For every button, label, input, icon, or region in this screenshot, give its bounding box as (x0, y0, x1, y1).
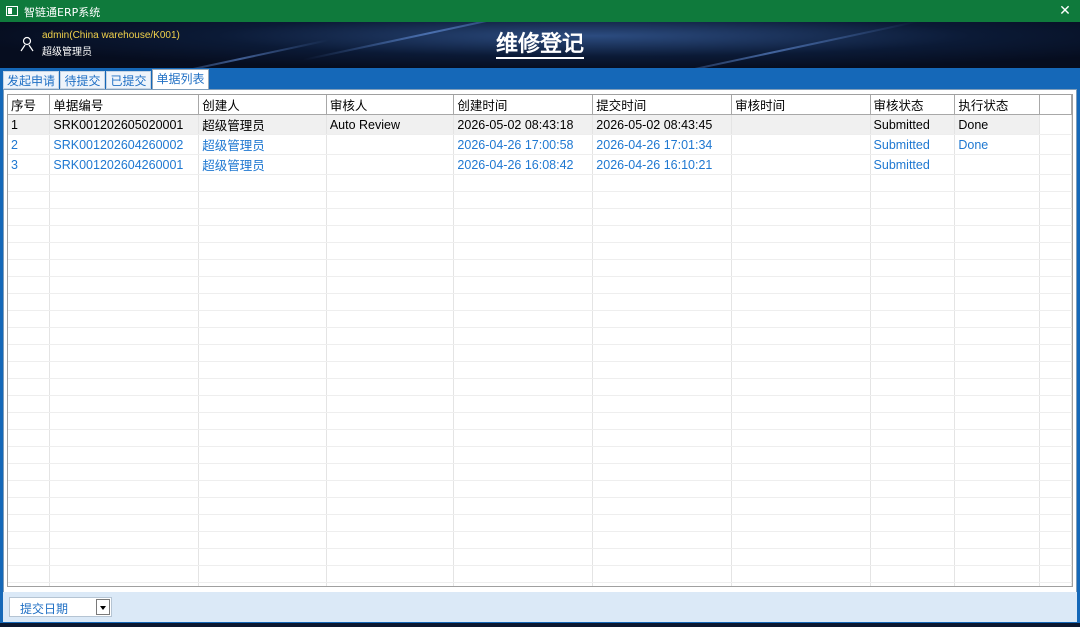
cell-created-time: 2026-04-26 16:08:42 (453, 154, 594, 175)
empty-row (8, 276, 1072, 294)
column-header-doc-number[interactable]: 单据编号 (49, 95, 200, 115)
table-header-row: 序号 单据编号 创建人 审核人 创建时间 提交时间 审核时间 审核状态 执行状态 (8, 95, 1072, 115)
empty-row (8, 242, 1072, 260)
main-frame: 发起申请 待提交 已提交 单据列表 序号 单据编号 创建人 审核人 创建时间 提… (0, 68, 1080, 623)
cell-reviewed-time (731, 154, 871, 175)
cell-review-status: Submitted (870, 114, 956, 135)
empty-row (8, 480, 1072, 498)
cell-review-status: Submitted (870, 154, 956, 175)
cell-reviewed-time (731, 134, 871, 155)
app-icon (6, 6, 18, 16)
cell-reviewer (326, 154, 455, 175)
cell-created-time: 2026-05-02 08:43:18 (453, 114, 594, 135)
cell-doc-number: SRK001202604260002 (49, 134, 200, 155)
tab-submit-request[interactable]: 发起申请 (3, 71, 59, 89)
cell-exec-status (954, 154, 1041, 175)
empty-row (8, 531, 1072, 549)
table-row[interactable]: 2 SRK001202604260002 超级管理员 2026-04-26 17… (8, 134, 1072, 155)
empty-row (8, 395, 1072, 413)
empty-row (8, 293, 1072, 311)
empty-row (8, 378, 1072, 396)
empty-row (8, 225, 1072, 243)
empty-row (8, 463, 1072, 481)
empty-row (8, 565, 1072, 583)
tab-submitted[interactable]: 已提交 (106, 71, 151, 89)
cell-submitted-time: 2026-04-26 16:10:21 (592, 154, 733, 175)
cell-creator: 超级管理员 (198, 134, 327, 155)
tab-document-list[interactable]: 单据列表 (152, 69, 209, 90)
cell-index: 1 (8, 114, 51, 135)
cell-creator: 超级管理员 (198, 114, 327, 135)
chevron-down-icon[interactable] (96, 599, 110, 615)
app-header: admin(China warehouse/K001) 超级管理员 维修登记 (0, 22, 1080, 68)
tab-content: 序号 单据编号 创建人 审核人 创建时间 提交时间 审核时间 审核状态 执行状态 (3, 89, 1077, 594)
empty-row (8, 582, 1072, 586)
page-title: 维修登记 (495, 32, 584, 59)
cell-doc-number: SRK001202604260001 (49, 154, 200, 175)
column-header-reviewer[interactable]: 审核人 (326, 95, 455, 115)
empty-row (8, 548, 1072, 566)
empty-row (8, 497, 1072, 515)
empty-row (8, 514, 1072, 532)
date-filter-label: 提交日期 (20, 602, 69, 616)
footer-bar: 提交日期 (3, 592, 1077, 622)
cell-creator: 超级管理员 (198, 154, 327, 175)
document-table: 序号 单据编号 创建人 审核人 创建时间 提交时间 审核时间 审核状态 执行状态 (8, 95, 1072, 586)
cell-submitted-time: 2026-05-02 08:43:45 (592, 114, 733, 135)
cell-review-status: Submitted (870, 134, 956, 155)
column-header-review-status[interactable]: 审核状态 (870, 95, 956, 115)
empty-row (8, 327, 1072, 345)
taskbar-strip (0, 623, 1080, 627)
cell-exec-status: Done (954, 134, 1041, 155)
empty-row (8, 208, 1072, 226)
empty-row (8, 429, 1072, 447)
window-title: 智链通ERP系统 (24, 6, 101, 19)
cell-submitted-time: 2026-04-26 17:01:34 (592, 134, 733, 155)
column-header-index[interactable]: 序号 (8, 95, 51, 115)
cell-index: 3 (8, 154, 51, 175)
data-grid[interactable]: 序号 单据编号 创建人 审核人 创建时间 提交时间 审核时间 审核状态 执行状态 (7, 94, 1073, 587)
empty-row (8, 446, 1072, 464)
empty-row (8, 174, 1072, 192)
empty-row (8, 412, 1072, 430)
table-row[interactable]: 3 SRK001202604260001 超级管理员 2026-04-26 16… (8, 154, 1072, 175)
cell-created-time: 2026-04-26 17:00:58 (453, 134, 594, 155)
column-header-reviewed-time[interactable]: 审核时间 (731, 95, 871, 115)
cell-index: 2 (8, 134, 51, 155)
tab-pending-submit[interactable]: 待提交 (60, 71, 105, 89)
cell-reviewer: Auto Review (326, 114, 455, 135)
table-row[interactable]: 1 SRK001202605020001 超级管理员 Auto Review 2… (8, 114, 1072, 135)
column-header-creator[interactable]: 创建人 (198, 95, 327, 115)
date-filter-select[interactable]: 提交日期 (9, 597, 112, 617)
empty-row (8, 361, 1072, 379)
empty-row (8, 259, 1072, 277)
cell-reviewer (326, 134, 455, 155)
cell-doc-number: SRK001202605020001 (49, 114, 200, 135)
close-icon[interactable]: ✕ (1050, 0, 1080, 22)
cell-exec-status: Done (954, 114, 1041, 135)
window-titlebar: 智链通ERP系统 ✕ (0, 0, 1080, 22)
empty-row (8, 310, 1072, 328)
empty-row (8, 191, 1072, 209)
empty-row (8, 344, 1072, 362)
column-header-submitted-time[interactable]: 提交时间 (592, 95, 733, 115)
column-header-exec-status[interactable]: 执行状态 (954, 95, 1041, 115)
column-header-created-time[interactable]: 创建时间 (453, 95, 594, 115)
cell-reviewed-time (731, 114, 871, 135)
